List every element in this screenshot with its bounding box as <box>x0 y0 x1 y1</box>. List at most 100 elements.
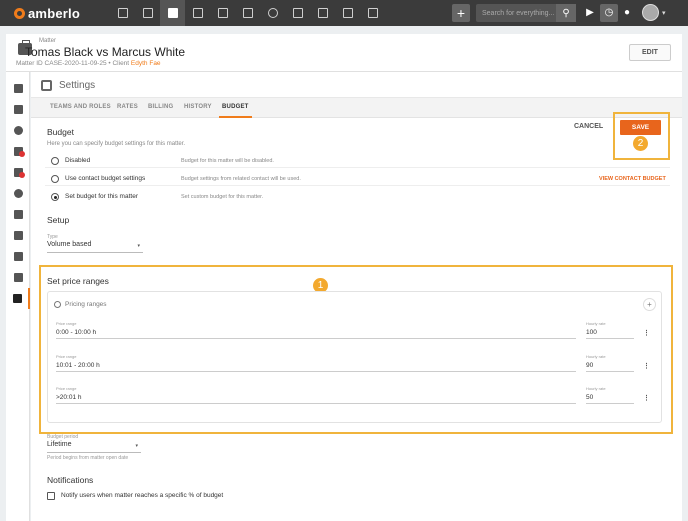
meta-separator: • <box>108 60 111 67</box>
budget-title: Budget <box>47 127 74 137</box>
type-label: Type <box>47 234 58 240</box>
rate-label: Hourly rate <box>586 321 606 326</box>
settings-header: Settings <box>31 72 682 98</box>
price-range-row: Price range 10:01 - 20:00 h Hourly rate … <box>56 354 656 376</box>
global-search[interactable]: Search for everything... ⚲ <box>476 4 576 22</box>
user-menu-chevron-icon[interactable]: ▾ <box>662 9 666 17</box>
gear-icon <box>41 80 52 91</box>
mail-icon[interactable] <box>6 267 30 288</box>
client-label: Client <box>112 60 130 67</box>
timer-money-icon[interactable] <box>6 183 30 204</box>
main-content: Settings TEAMS AND ROLES RATES BILLING H… <box>31 72 682 521</box>
row-menu-icon[interactable]: ⋮ <box>643 394 650 402</box>
chevron-down-icon: ▾ <box>135 443 138 449</box>
cancel-button[interactable]: CANCEL <box>574 123 603 130</box>
rate-input[interactable]: 50 <box>586 394 634 404</box>
type-select[interactable]: Volume based ▾ <box>47 241 143 253</box>
people-icon[interactable] <box>6 99 30 120</box>
matter-meta: Matter ID CASE-2020-11-09-25 • Client Ed… <box>16 60 161 67</box>
matters-icon[interactable] <box>160 0 185 26</box>
row-menu-icon[interactable]: ⋮ <box>643 362 650 370</box>
option-description: Set custom budget for this matter. <box>181 194 264 200</box>
documents-icon[interactable] <box>185 0 210 26</box>
row-menu-icon[interactable]: ⋮ <box>643 329 650 337</box>
client-link[interactable]: Edyth Fae <box>131 60 161 67</box>
notify-checkbox[interactable] <box>47 492 55 500</box>
brand-name: amberlo <box>28 5 80 21</box>
book-icon[interactable] <box>6 78 30 99</box>
budget-option-contact[interactable]: Use contact budget settings Budget setti… <box>45 173 670 186</box>
tab-rates[interactable]: RATES <box>117 104 138 110</box>
option-description: Budget settings from related contact wil… <box>181 176 301 182</box>
option-label: Use contact budget settings <box>65 175 146 182</box>
top-bar: amberlo + Search for everything... ⚲ ▶ ◷… <box>0 0 688 26</box>
dashboard-icon[interactable] <box>110 0 135 26</box>
search-input[interactable]: Search for everything... <box>482 10 556 17</box>
matter-title: Tomas Black vs Marcus White <box>25 45 186 59</box>
contacts-icon[interactable] <box>135 0 160 26</box>
active-tab-indicator <box>219 116 252 118</box>
step-badge-2: 2 <box>633 136 648 151</box>
add-range-button[interactable]: + <box>643 298 656 311</box>
matter-header: Matter Tomas Black vs Marcus White Matte… <box>6 34 682 72</box>
price-ranges-title: Set price ranges <box>47 276 109 286</box>
range-label: Price range <box>56 321 77 326</box>
range-input[interactable]: 0:00 - 10:00 h <box>56 329 576 339</box>
budget-option-custom[interactable]: Set budget for this matter Set custom bu… <box>45 191 670 204</box>
rate-label: Hourly rate <box>586 354 606 359</box>
option-description: Budget for this matter will be disabled. <box>181 158 274 164</box>
range-label: Price range <box>56 354 77 359</box>
reports-icon[interactable] <box>360 0 385 26</box>
invoice-icon[interactable] <box>6 225 30 246</box>
tasks-icon[interactable] <box>6 141 30 162</box>
amberlo-logo-icon <box>14 7 25 19</box>
setup-title: Setup <box>47 215 70 225</box>
price-range-row: Price range >20:01 h Hourly rate 50 ⋮ <box>56 386 656 408</box>
tab-teams-and-roles[interactable]: TEAMS AND ROLES <box>50 104 111 110</box>
radio-contact[interactable] <box>51 175 59 183</box>
budget-option-disabled[interactable]: Disabled Budget for this matter will be … <box>45 155 670 168</box>
budget-period-helper: Period begins from matter open date <box>47 455 129 461</box>
device-icon[interactable] <box>6 246 30 267</box>
play-timer-icon[interactable]: ▶ <box>583 5 597 21</box>
search-icon[interactable]: ⚲ <box>556 4 576 22</box>
tab-billing[interactable]: BILLING <box>148 104 173 110</box>
rate-label: Hourly rate <box>586 386 606 391</box>
edit-button[interactable]: EDIT <box>629 44 671 61</box>
clock-icon <box>54 301 61 308</box>
folder-icon[interactable] <box>285 0 310 26</box>
settings-icon[interactable] <box>6 288 30 309</box>
invoice-icon[interactable] <box>310 0 335 26</box>
user-avatar[interactable] <box>642 4 659 21</box>
budget-period-select[interactable]: Lifetime ▾ <box>47 441 141 453</box>
rate-input[interactable]: 90 <box>586 362 634 372</box>
stopwatch-icon[interactable]: ◷ <box>600 4 618 22</box>
tab-budget[interactable]: BUDGET <box>222 104 249 110</box>
rate-input[interactable]: 100 <box>586 329 634 339</box>
transfer-icon[interactable] <box>6 204 30 225</box>
matter-id-label: Matter ID <box>16 60 43 67</box>
top-nav <box>110 0 385 26</box>
option-label: Set budget for this matter <box>65 193 138 200</box>
calendar-badge-icon[interactable] <box>6 162 30 183</box>
matter-id: CASE-2020-11-09-25 <box>44 60 107 67</box>
share-icon[interactable] <box>6 120 30 141</box>
notifications-bell-icon[interactable]: ● <box>624 7 634 18</box>
bank-icon[interactable] <box>210 0 235 26</box>
calendar-icon[interactable] <box>235 0 260 26</box>
radio-custom[interactable] <box>51 193 59 201</box>
view-contact-budget-link[interactable]: VIEW CONTACT BUDGET <box>599 176 666 182</box>
matter-sidebar <box>6 72 30 521</box>
add-new-button[interactable]: + <box>452 4 470 22</box>
pricing-ranges-card: Pricing ranges + Price range 0:00 - 10:0… <box>47 291 662 423</box>
range-input[interactable]: 10:01 - 20:00 h <box>56 362 576 372</box>
time-icon[interactable] <box>260 0 285 26</box>
mail-icon[interactable] <box>335 0 360 26</box>
brand-logo[interactable]: amberlo <box>14 6 94 21</box>
range-input[interactable]: >20:01 h <box>56 394 576 404</box>
option-label: Disabled <box>65 157 91 164</box>
budget-subtitle: Here you can specify budget settings for… <box>47 141 186 147</box>
notify-checkbox-label[interactable]: Notify users when matter reaches a speci… <box>61 492 223 499</box>
tab-history[interactable]: HISTORY <box>184 104 212 110</box>
radio-disabled[interactable] <box>51 157 59 165</box>
